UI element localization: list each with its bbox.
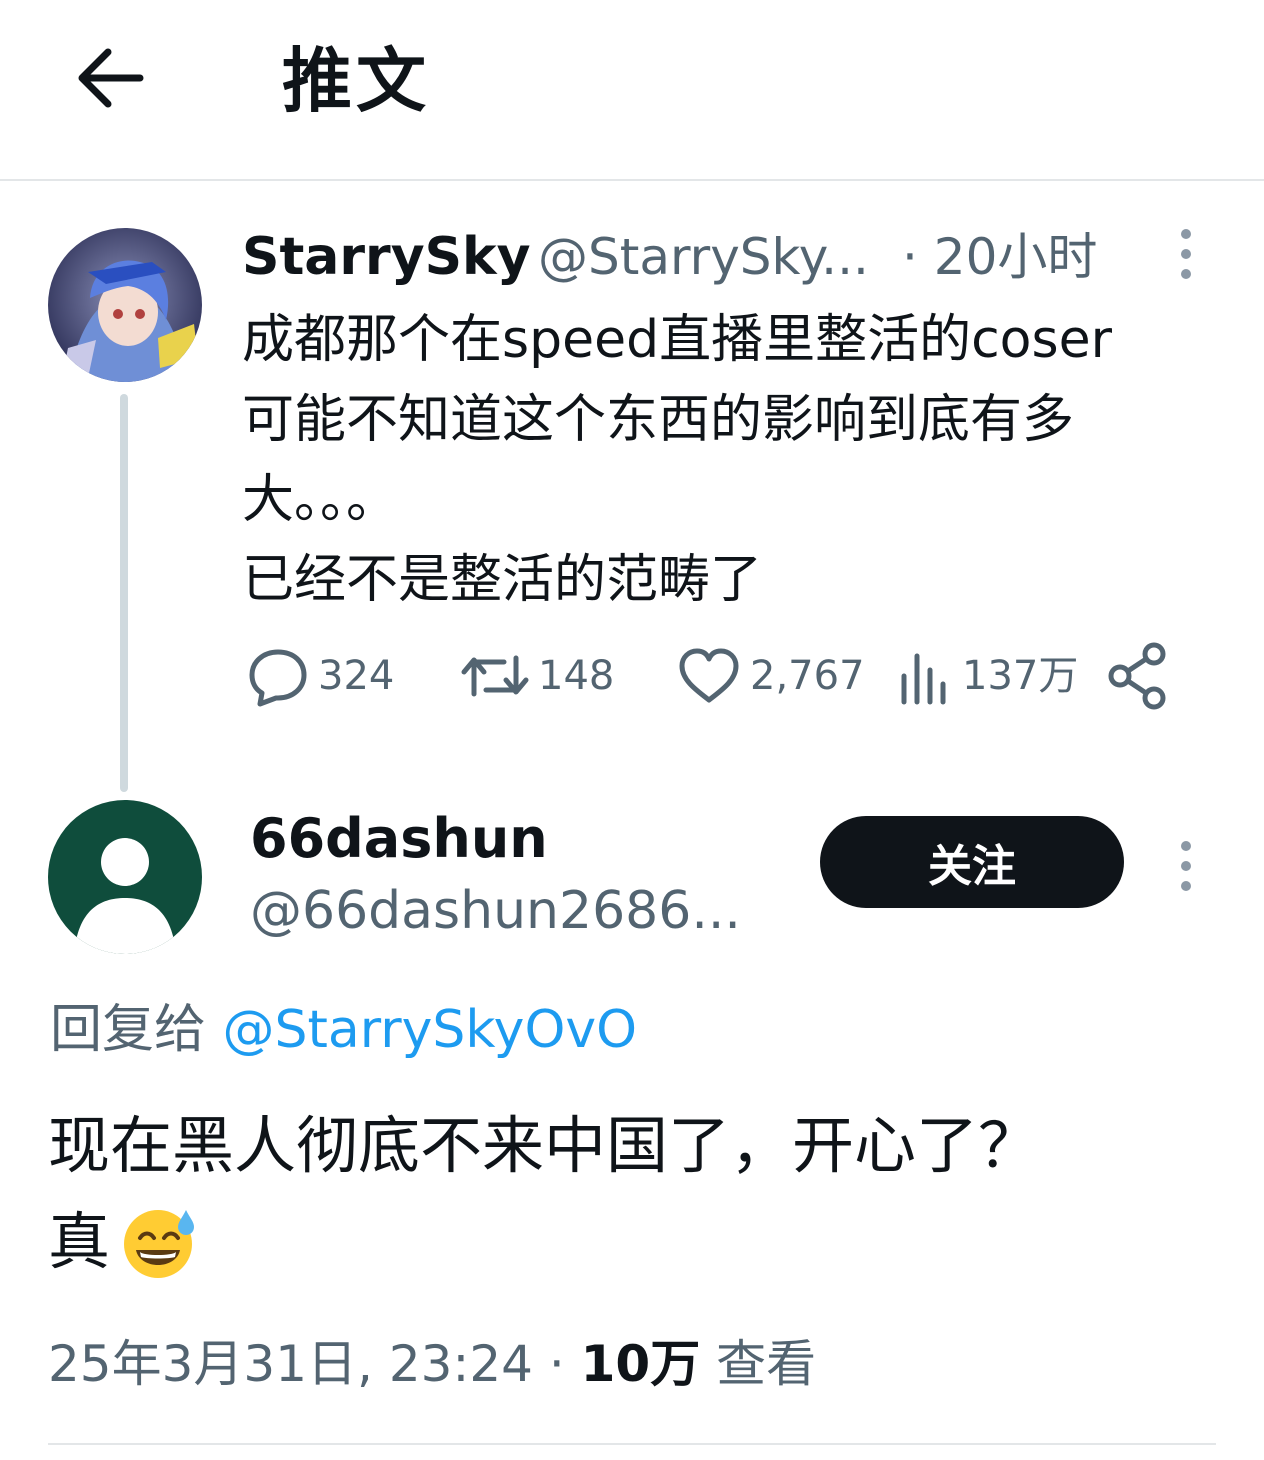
views-icon <box>901 653 946 705</box>
page-title: 推文 <box>282 40 430 122</box>
default-avatar-icon <box>48 800 202 954</box>
divider <box>48 1443 1216 1445</box>
reply-count: 324 <box>318 653 395 699</box>
tweet-time[interactable]: · 20小时 <box>902 222 1097 292</box>
back-button[interactable] <box>70 38 150 118</box>
like-icon <box>679 648 739 703</box>
tweet-date: 25年3月31日, 23:24 · <box>48 1335 581 1393</box>
author-handle[interactable]: @StarrySky... <box>538 222 869 292</box>
views-label: 查看 <box>700 1335 817 1393</box>
retweet-count: 148 <box>538 653 615 699</box>
reply-to-handle-link[interactable]: @StarrySkyOvO <box>223 1000 638 1060</box>
more-options-button[interactable] <box>1172 838 1200 894</box>
anime-avatar-image <box>48 228 202 382</box>
author-handle[interactable]: @66dashun2686... <box>250 876 741 946</box>
like-count: 2,767 <box>750 653 865 699</box>
avatar[interactable] <box>48 228 202 382</box>
reply-to-prefix: 回复给 <box>50 1000 223 1060</box>
like-button[interactable]: 2,767 <box>676 640 865 712</box>
tweet-text: 成都那个在speed直播里整活的coser 可能不知道这个东西的影响到底有多 大… <box>242 310 1112 610</box>
tweet-meta: 25年3月31日, 23:24 · 10万 查看 <box>48 1328 816 1400</box>
author-name[interactable]: StarrySky <box>242 222 531 292</box>
header-divider <box>0 179 1264 181</box>
views-total[interactable]: 10万 <box>581 1335 701 1393</box>
tweet-text: 现在黑人彻底不来中国了，开心了？ 真 <box>48 1109 1041 1278</box>
views-count: 137万 <box>962 653 1079 699</box>
retweet-button[interactable]: 148 <box>460 640 614 712</box>
more-vertical-icon <box>1181 229 1191 279</box>
views-button[interactable]: 137万 <box>898 640 1078 712</box>
share-button[interactable] <box>1106 640 1170 712</box>
share-icon <box>1108 642 1166 710</box>
back-arrow-icon <box>78 48 144 108</box>
reply-to-label: 回复给 @StarrySkyOvO <box>50 994 637 1066</box>
retweet-icon <box>461 655 529 697</box>
more-vertical-icon <box>1181 841 1191 891</box>
author-name[interactable]: 66dashun <box>250 804 548 874</box>
thread-line <box>120 394 128 792</box>
avatar[interactable] <box>48 800 202 954</box>
sweat-smile-emoji <box>124 1210 194 1278</box>
more-options-button[interactable] <box>1172 226 1200 282</box>
reply-button[interactable]: 324 <box>246 640 394 712</box>
reply-icon <box>249 649 307 707</box>
follow-button[interactable]: 关注 <box>820 816 1124 908</box>
